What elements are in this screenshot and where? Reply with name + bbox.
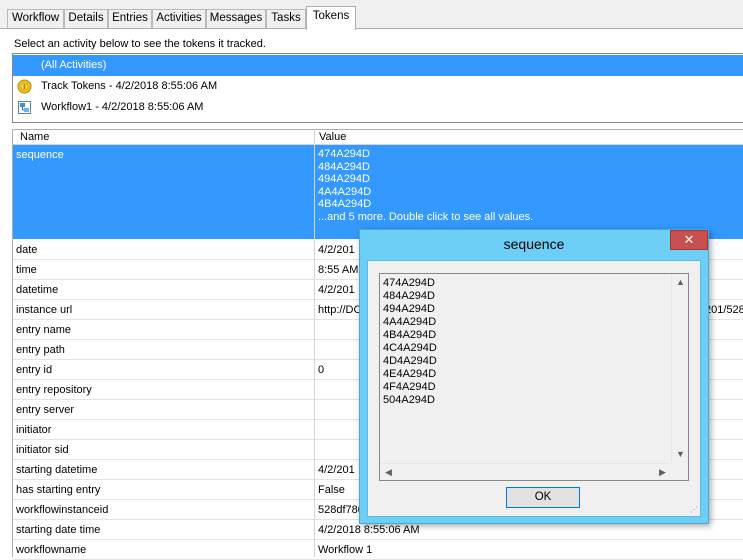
track-tokens-icon bbox=[17, 79, 32, 94]
tab-details[interactable]: Details bbox=[64, 9, 108, 28]
scrollbar-corner bbox=[671, 463, 688, 480]
token-value: 0 bbox=[318, 364, 325, 376]
column-header-name[interactable]: Name bbox=[20, 131, 49, 143]
token-name: has starting entry bbox=[16, 484, 101, 496]
tab-tasks[interactable]: Tasks bbox=[266, 9, 306, 28]
workflow-icon bbox=[17, 100, 32, 115]
token-name: entry name bbox=[16, 324, 72, 336]
sequence-value-line: 484A294D bbox=[383, 290, 435, 302]
close-button[interactable]: ✕ bbox=[670, 230, 708, 250]
ok-button[interactable]: OK bbox=[506, 487, 580, 508]
sequence-value-line: 4C4A294D bbox=[383, 342, 437, 354]
sequence-value-line: 4F4A294D bbox=[383, 381, 436, 393]
token-name: entry repository bbox=[16, 384, 92, 396]
scroll-right-icon[interactable]: ▶ bbox=[654, 464, 671, 481]
close-icon: ✕ bbox=[683, 232, 695, 247]
token-name: workflowinstanceid bbox=[16, 504, 109, 516]
scroll-up-icon[interactable]: ▲ bbox=[672, 274, 689, 291]
column-header-value[interactable]: Value bbox=[319, 131, 346, 143]
dialog-body: 474A294D 484A294D 494A294D 4A4A294D 4B4A… bbox=[367, 260, 701, 517]
token-value: 4/2/2018 8:55:06 AM bbox=[318, 524, 420, 536]
token-value: 4/2/201 bbox=[318, 464, 355, 476]
token-value: 484A294D bbox=[318, 160, 370, 173]
more-values-hint: ...and 5 more. Double click to see all v… bbox=[318, 210, 534, 223]
resize-grip-icon[interactable]: ⋰ bbox=[690, 505, 698, 514]
token-value: 528df780 bbox=[318, 504, 364, 516]
sequence-value-line: 504A294D bbox=[383, 394, 435, 406]
sequence-values-dialog: sequence ✕ 474A294D 484A294D 494A294D 4A… bbox=[359, 229, 709, 524]
sequence-value-line: 4D4A294D bbox=[383, 355, 437, 367]
grid-row-workflowname[interactable]: workflowname Workflow 1 bbox=[13, 540, 743, 560]
sequence-value-line: 4A4A294D bbox=[383, 316, 437, 328]
token-name: instance url bbox=[16, 304, 73, 316]
tab-messages[interactable]: Messages bbox=[206, 9, 266, 28]
token-value: 4/2/201 bbox=[318, 284, 355, 296]
tab-tokens[interactable]: Tokens bbox=[306, 6, 356, 30]
sequence-value-line: 4E4A294D bbox=[383, 368, 437, 380]
token-value: http://DC bbox=[318, 304, 362, 316]
grid-header: Name Value bbox=[13, 129, 743, 145]
token-name: time bbox=[16, 264, 37, 276]
sequence-value-line: 4B4A294D bbox=[383, 329, 437, 341]
token-name: date bbox=[16, 244, 38, 256]
activity-list[interactable]: (All Activities) Track Tokens - 4/2/2018… bbox=[12, 53, 743, 123]
tab-workflow[interactable]: Workflow bbox=[7, 9, 64, 28]
token-value-list: 474A294D 484A294D 494A294D 4A4A294D 4B4A… bbox=[318, 148, 533, 223]
token-name: workflowname bbox=[16, 544, 87, 556]
activity-item-track-tokens[interactable]: Track Tokens - 4/2/2018 8:55:06 AM bbox=[13, 76, 743, 97]
token-name: starting date time bbox=[16, 524, 101, 536]
token-value: 4B4A294D bbox=[318, 198, 372, 210]
sequence-value-line: 474A294D bbox=[383, 277, 435, 289]
column-divider[interactable] bbox=[314, 129, 315, 557]
vertical-scrollbar[interactable]: ▲ ▼ bbox=[671, 274, 688, 463]
token-name: entry id bbox=[16, 364, 53, 376]
sequence-value-line: 494A294D bbox=[383, 303, 435, 315]
token-value: Workflow 1 bbox=[318, 544, 373, 556]
token-value: 8:55 AM bbox=[318, 264, 359, 276]
dialog-title: sequence bbox=[503, 236, 565, 252]
token-value: 494A294D bbox=[318, 173, 370, 185]
tab-activities[interactable]: Activities bbox=[152, 9, 206, 28]
token-value: False bbox=[318, 484, 345, 496]
activity-item-workflow1[interactable]: Workflow1 - 4/2/2018 8:55:06 AM bbox=[13, 97, 743, 118]
token-value: 4/2/201 bbox=[318, 244, 355, 256]
instruction-text: Select an activity below to see the toke… bbox=[14, 38, 266, 50]
token-value: 474A294D bbox=[318, 148, 370, 160]
token-name: entry server bbox=[16, 404, 75, 416]
token-value: 4A4A294D bbox=[318, 185, 372, 198]
grid-row-sequence[interactable]: sequence 474A294D 484A294D 494A294D 4A4A… bbox=[13, 145, 743, 240]
tab-entries[interactable]: Entries bbox=[108, 9, 152, 28]
token-name: entry path bbox=[16, 344, 65, 356]
token-name: datetime bbox=[16, 284, 59, 296]
token-name: sequence bbox=[16, 149, 64, 161]
values-textbox[interactable]: 474A294D 484A294D 494A294D 4A4A294D 4B4A… bbox=[379, 273, 689, 481]
scroll-left-icon[interactable]: ◀ bbox=[380, 464, 397, 481]
activity-item-all[interactable]: (All Activities) bbox=[13, 55, 743, 76]
token-name: initiator bbox=[16, 424, 52, 436]
activity-label: Track Tokens - 4/2/2018 8:55:06 AM bbox=[41, 80, 218, 92]
token-value-tail: 201/528 bbox=[705, 304, 743, 316]
token-name: starting datetime bbox=[16, 464, 98, 476]
scroll-down-icon[interactable]: ▼ bbox=[672, 446, 689, 463]
activity-label: (All Activities) bbox=[41, 59, 107, 71]
token-name: initiator sid bbox=[16, 444, 69, 456]
horizontal-scrollbar[interactable]: ◀ ▶ bbox=[380, 463, 671, 480]
tab-strip-divider bbox=[0, 28, 743, 29]
values-text[interactable]: 474A294D 484A294D 494A294D 4A4A294D 4B4A… bbox=[383, 277, 668, 463]
activity-label: Workflow1 - 4/2/2018 8:55:06 AM bbox=[41, 101, 204, 113]
tab-strip: Workflow Details Entries Activities Mess… bbox=[0, 0, 743, 30]
